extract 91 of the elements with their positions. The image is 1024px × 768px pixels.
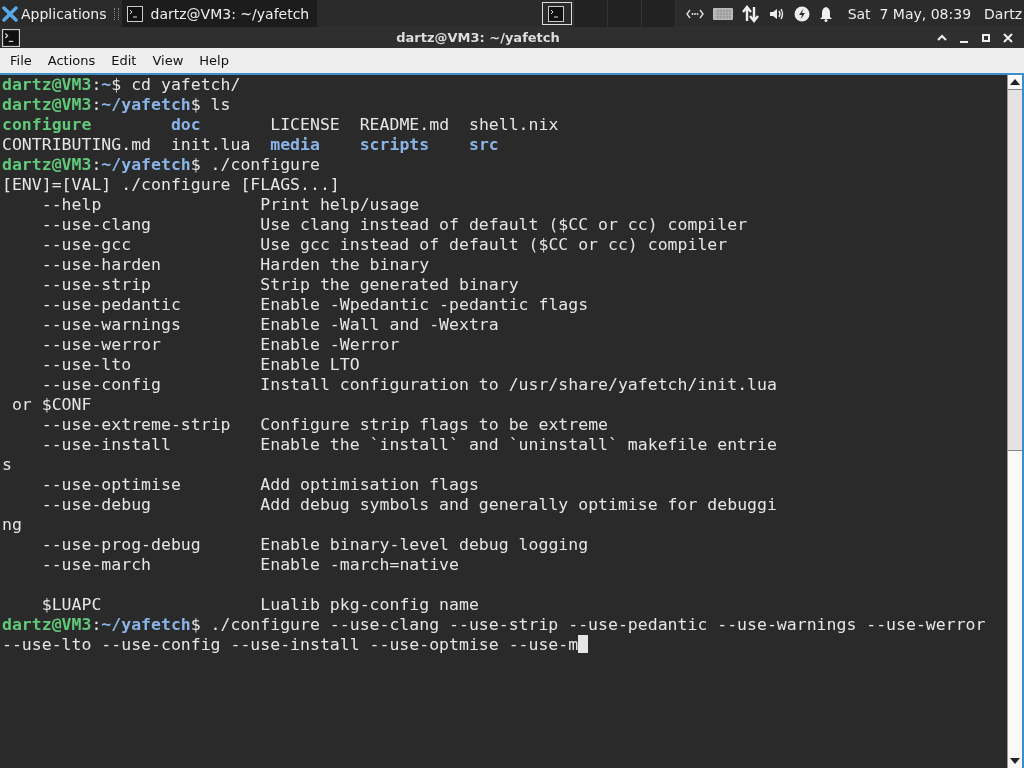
terminal-text: Enable -Werror (260, 335, 400, 354)
terminal-text: $ ./configure (190, 155, 320, 174)
prompt-path: ~/yafetch (101, 615, 191, 634)
terminal-text: [ENV]=[VAL] ./configure [FLAGS...] (2, 175, 340, 194)
terminal-text: --use-warnings (41, 315, 181, 334)
terminal-text: --use-optimise (41, 475, 181, 494)
prompt-path: ~/yafetch (101, 155, 191, 174)
terminal-text: Configure strip flags to be extreme (260, 415, 608, 434)
prompt-user: dartz@VM3 (2, 155, 92, 174)
terminal-text: : (91, 155, 102, 174)
terminal-text: --use-install (41, 435, 171, 454)
window-title: dartz@VM3: ~/yafetch (395, 30, 561, 45)
terminal-text: LICENSE (270, 115, 340, 134)
directory-name: media (270, 135, 320, 154)
terminal-text: --use-harden (41, 255, 161, 274)
applications-menu[interactable]: Applications (0, 0, 111, 27)
terminal-text: --use-gcc (41, 235, 132, 254)
terminal-text: Use gcc instead of default ($CC or cc) compiler (260, 235, 728, 254)
prompt-path: ~ (101, 75, 112, 94)
menu-item[interactable]: Actions (39, 50, 104, 71)
bell-icon[interactable] (818, 5, 833, 22)
close-button[interactable] (1002, 31, 1014, 44)
menu-item[interactable]: Edit (103, 50, 145, 71)
transfer-arrows-icon[interactable] (741, 4, 760, 23)
terminal-text: --use-extreme-strip (41, 415, 231, 434)
terminal-text: README.md (359, 115, 450, 134)
terminal-text: Strip the generated binary (260, 275, 519, 294)
terminal-text: shell.nix (468, 115, 559, 134)
scrollbar-thumb[interactable] (1008, 89, 1022, 451)
menu-item[interactable]: File (2, 50, 40, 71)
maximize-button[interactable] (980, 31, 992, 44)
terminal-text: --use-debug (41, 495, 152, 514)
terminal-icon[interactable] (2, 28, 20, 47)
workspace-button[interactable] (539, 0, 574, 27)
terminal-text: Add optimisation flags (260, 475, 479, 494)
terminal-text: Add debug symbols and generally optimise for debuggi (260, 495, 777, 514)
terminal-text: Print help/usage (260, 195, 420, 214)
terminal-text: $ ls (190, 95, 231, 114)
terminal-text: or $CONF (11, 395, 92, 414)
file-name: configure (2, 115, 92, 134)
terminal-text: --use-lto (41, 355, 132, 374)
power-bolt-icon[interactable] (793, 5, 810, 22)
panel-handle (113, 7, 119, 20)
terminal-text: Harden the binary (260, 255, 430, 274)
terminal-text: Enable LTO (260, 355, 360, 374)
x-logo-icon (2, 5, 18, 22)
clock[interactable]: Sat 7 May, 08:39 (847, 5, 972, 22)
menu-item[interactable]: Help (191, 50, 237, 71)
terminal-text: Enable binary-level debug logging (260, 535, 589, 554)
prompt-user: dartz@VM3 (2, 95, 92, 114)
prompt-path: ~/yafetch (101, 95, 191, 114)
terminal-text: CONTRIBUTING.md (2, 135, 151, 154)
scrollbar[interactable] (1007, 75, 1022, 768)
network-arrows-icon[interactable] (685, 8, 704, 19)
directory-name: scripts (359, 135, 430, 154)
terminal-text: Use clang instead of default ($CC or cc) compiler (260, 215, 748, 234)
terminal-text: Enable the `install` and `uninstall` makefile entrie (260, 435, 777, 454)
terminal-text: $LUAPC (41, 595, 102, 614)
taskbar-button[interactable]: dartz@VM3: ~/yafetch (121, 0, 317, 27)
terminal-text: --use-pedantic (41, 295, 181, 314)
terminal-text: Enable -Wpedantic -pedantic flags (260, 295, 589, 314)
terminal-text: --use-clang (41, 215, 152, 234)
terminal-text: Lualib pkg-config name (260, 595, 479, 614)
terminal-icon (126, 5, 143, 22)
terminal-text: $ cd yafetch/ (111, 75, 241, 94)
menu-item[interactable]: View (144, 50, 192, 71)
terminal-text: : (91, 75, 102, 94)
directory-name: src (468, 135, 499, 154)
terminal-text: Install configuration to /usr/share/yafetch/init.lua (260, 375, 777, 394)
user-name[interactable]: Dartz (984, 5, 1022, 22)
terminal-text: Enable -march=native (260, 555, 459, 574)
terminal-text: --use-prog-debug (41, 535, 201, 554)
terminal-text: : (91, 615, 102, 634)
terminal-text: : (91, 95, 102, 114)
keyboard-icon[interactable] (712, 6, 733, 21)
prompt-user: dartz@VM3 (2, 615, 92, 634)
terminal-text: --use-march (41, 555, 152, 574)
terminal-text: $ ./configure --use-clang --use-strip --use-pedantic --use-warnings --use-werror (190, 615, 986, 634)
terminal-text: s (2, 455, 12, 474)
terminal-text: Enable -Wall and -Wextra (260, 315, 499, 334)
terminal-text: ng (2, 515, 22, 534)
terminal-text: --use-strip (41, 275, 152, 294)
terminal-text: --use-lto --use-config --use-install --use-optmise --use-m (2, 635, 579, 654)
terminal-icon (548, 5, 565, 22)
terminal-text: --use-config (41, 375, 161, 394)
terminal-text: --use-werror (41, 335, 161, 354)
volume-icon[interactable] (768, 6, 785, 21)
directory-name: doc (170, 115, 201, 134)
terminal-text: init.lua (170, 135, 251, 154)
terminal-text: --help (41, 195, 102, 214)
prompt-user: dartz@VM3 (2, 75, 92, 94)
